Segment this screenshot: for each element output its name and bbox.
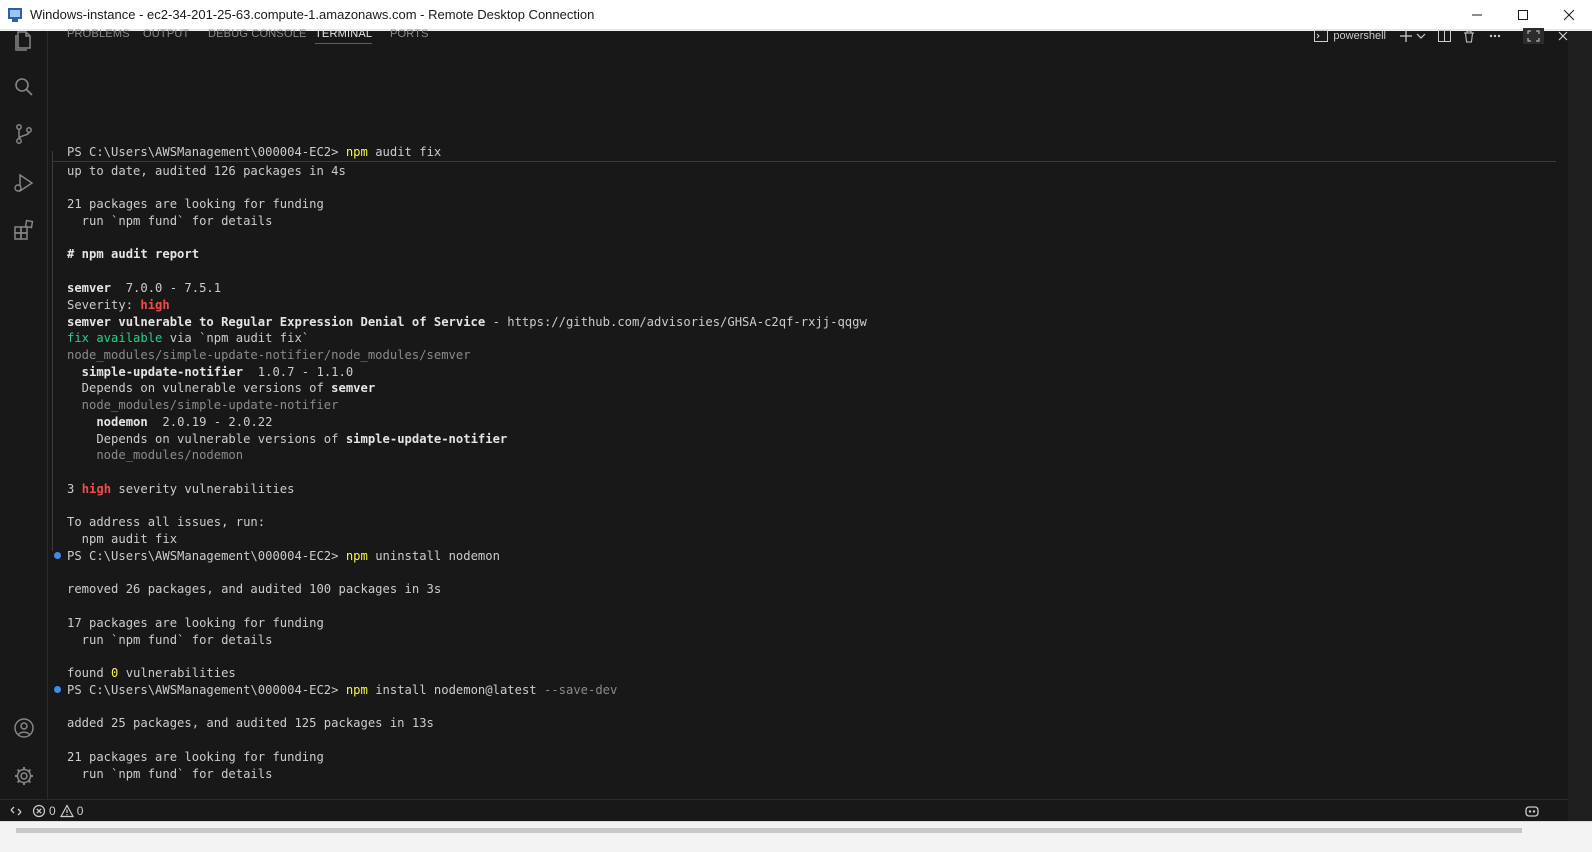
command-separator: [52, 161, 1556, 162]
terminal-line: added 25 packages, and audited 125 packa…: [67, 716, 434, 730]
explorer-icon[interactable]: [10, 27, 38, 55]
maximize-icon: [1518, 10, 1528, 20]
terminal-line: found 0 vulnerabilities: [67, 666, 236, 680]
terminal-line: # npm audit report: [67, 247, 200, 261]
source-control-icon[interactable]: [10, 120, 38, 148]
vscode-window: PROBLEMS OUTPUT DEBUG CONSOLE TERMINAL P…: [0, 28, 1568, 799]
extensions-icon[interactable]: [10, 216, 38, 244]
terminal-line: removed 26 packages, and audited 100 pac…: [67, 582, 442, 596]
split-icon: [1438, 30, 1451, 42]
warning-icon: [59, 803, 74, 817]
new-terminal-button[interactable]: [1400, 30, 1426, 42]
command-status-dot[interactable]: [54, 686, 61, 693]
error-count: 0: [49, 803, 56, 818]
search-icon[interactable]: [10, 73, 38, 101]
run-debug-icon[interactable]: [10, 169, 38, 197]
close-button[interactable]: [1546, 0, 1592, 30]
problems-status[interactable]: 0 0: [32, 804, 83, 818]
settings-gear-icon[interactable]: [10, 762, 38, 790]
status-bar: 0 0: [0, 799, 1568, 821]
terminal-line: 3 high severity vulnerabilities: [67, 482, 295, 496]
command-gutter: [52, 151, 53, 551]
terminal-line: Severity: high: [67, 298, 170, 312]
minimize-button[interactable]: [1454, 0, 1500, 30]
terminal-shell-selector[interactable]: powershell: [1314, 30, 1386, 42]
terminal-line: run `npm fund` for details: [67, 633, 273, 647]
terminal-icon: [1314, 30, 1329, 42]
remote-desktop-icon: [8, 7, 24, 23]
terminal-line: Depends on vulnerable versions of semver: [67, 381, 376, 395]
terminal-line: run `npm fund` for details: [67, 214, 273, 228]
window-title: Windows-instance - ec2-34-201-25-63.comp…: [30, 7, 595, 22]
terminal-line: npm audit fix: [67, 532, 178, 546]
window-titlebar: Windows-instance - ec2-34-201-25-63.comp…: [0, 0, 1592, 30]
ellipsis-icon: [1489, 34, 1501, 38]
kill-terminal-button[interactable]: [1463, 30, 1475, 43]
terminal-line: simple-update-notifier 1.0.7 - 1.1.0: [67, 365, 354, 379]
trash-icon: [1464, 30, 1474, 42]
panel-tabs: PROBLEMS OUTPUT DEBUG CONSOLE TERMINAL P…: [48, 28, 1568, 47]
activity-bar: [0, 31, 48, 799]
window-edge: [1568, 31, 1592, 821]
copilot-status-button[interactable]: [1524, 804, 1540, 818]
tab-ports[interactable]: PORTS: [390, 28, 429, 40]
chevron-down-icon: [1416, 33, 1426, 39]
terminal-line: 21 packages are looking for funding: [67, 750, 324, 764]
tab-debug-console[interactable]: DEBUG CONSOLE: [208, 28, 307, 40]
terminal-line: semver 7.0.0 - 7.5.1: [67, 281, 222, 295]
warning-count: 0: [76, 803, 84, 818]
terminal-line: To address all issues, run:: [67, 515, 266, 529]
maximize-button[interactable]: [1500, 0, 1546, 30]
terminal-line: PS C:\Users\AWSManagement\000004-EC2> np…: [67, 145, 442, 159]
close-icon: [1563, 9, 1575, 21]
terminal-line: 17 packages are looking for funding: [67, 616, 324, 630]
maximize-panel-button[interactable]: [1523, 28, 1544, 44]
maximize-panel-icon: [1527, 30, 1540, 42]
terminal-output[interactable]: PS C:\Users\AWSManagement\000004-EC2> np…: [48, 47, 1558, 799]
terminal-line: 21 packages are looking for funding: [67, 197, 324, 211]
terminal-line: up to date, audited 126 packages in 4s: [67, 164, 346, 178]
tab-terminal[interactable]: TERMINAL: [315, 28, 373, 44]
terminal-line: fix available via `npm audit fix`: [67, 331, 310, 345]
terminal-line: node_modules/simple-update-notifier/node…: [67, 348, 471, 362]
terminal-line: PS C:\Users\AWSManagement\000004-EC2> np…: [67, 549, 500, 563]
terminal-line: node_modules/simple-update-notifier: [67, 398, 339, 412]
rdp-bottom-strip: [0, 821, 1592, 852]
terminal-line: run `npm fund` for details: [67, 767, 273, 781]
tab-problems[interactable]: PROBLEMS: [67, 28, 130, 40]
terminal-line: semver vulnerable to Regular Expression …: [67, 315, 867, 329]
remote-indicator-button[interactable]: [0, 800, 32, 822]
tab-output[interactable]: OUTPUT: [143, 28, 189, 40]
terminal-line: nodemon 2.0.19 - 2.0.22: [67, 415, 273, 429]
minimize-icon: [1472, 14, 1482, 16]
error-icon: [32, 804, 46, 817]
split-terminal-button[interactable]: [1438, 30, 1451, 42]
close-panel-icon: [1558, 31, 1568, 41]
horizontal-scrollbar[interactable]: [16, 828, 1522, 833]
remote-icon: [10, 806, 22, 815]
terminal-line: PS C:\Users\AWSManagement\000004-EC2> np…: [67, 683, 618, 697]
shell-label: powershell: [1333, 30, 1386, 42]
close-panel-button[interactable]: [1558, 31, 1568, 41]
plus-icon: [1400, 30, 1412, 42]
copilot-icon: [1525, 805, 1539, 817]
terminal-line: node_modules/nodemon: [67, 448, 244, 462]
account-icon[interactable]: [10, 714, 38, 742]
command-status-dot[interactable]: [54, 552, 61, 559]
terminal-line: Depends on vulnerable versions of simple…: [67, 432, 508, 446]
more-actions-button[interactable]: [1489, 34, 1501, 38]
